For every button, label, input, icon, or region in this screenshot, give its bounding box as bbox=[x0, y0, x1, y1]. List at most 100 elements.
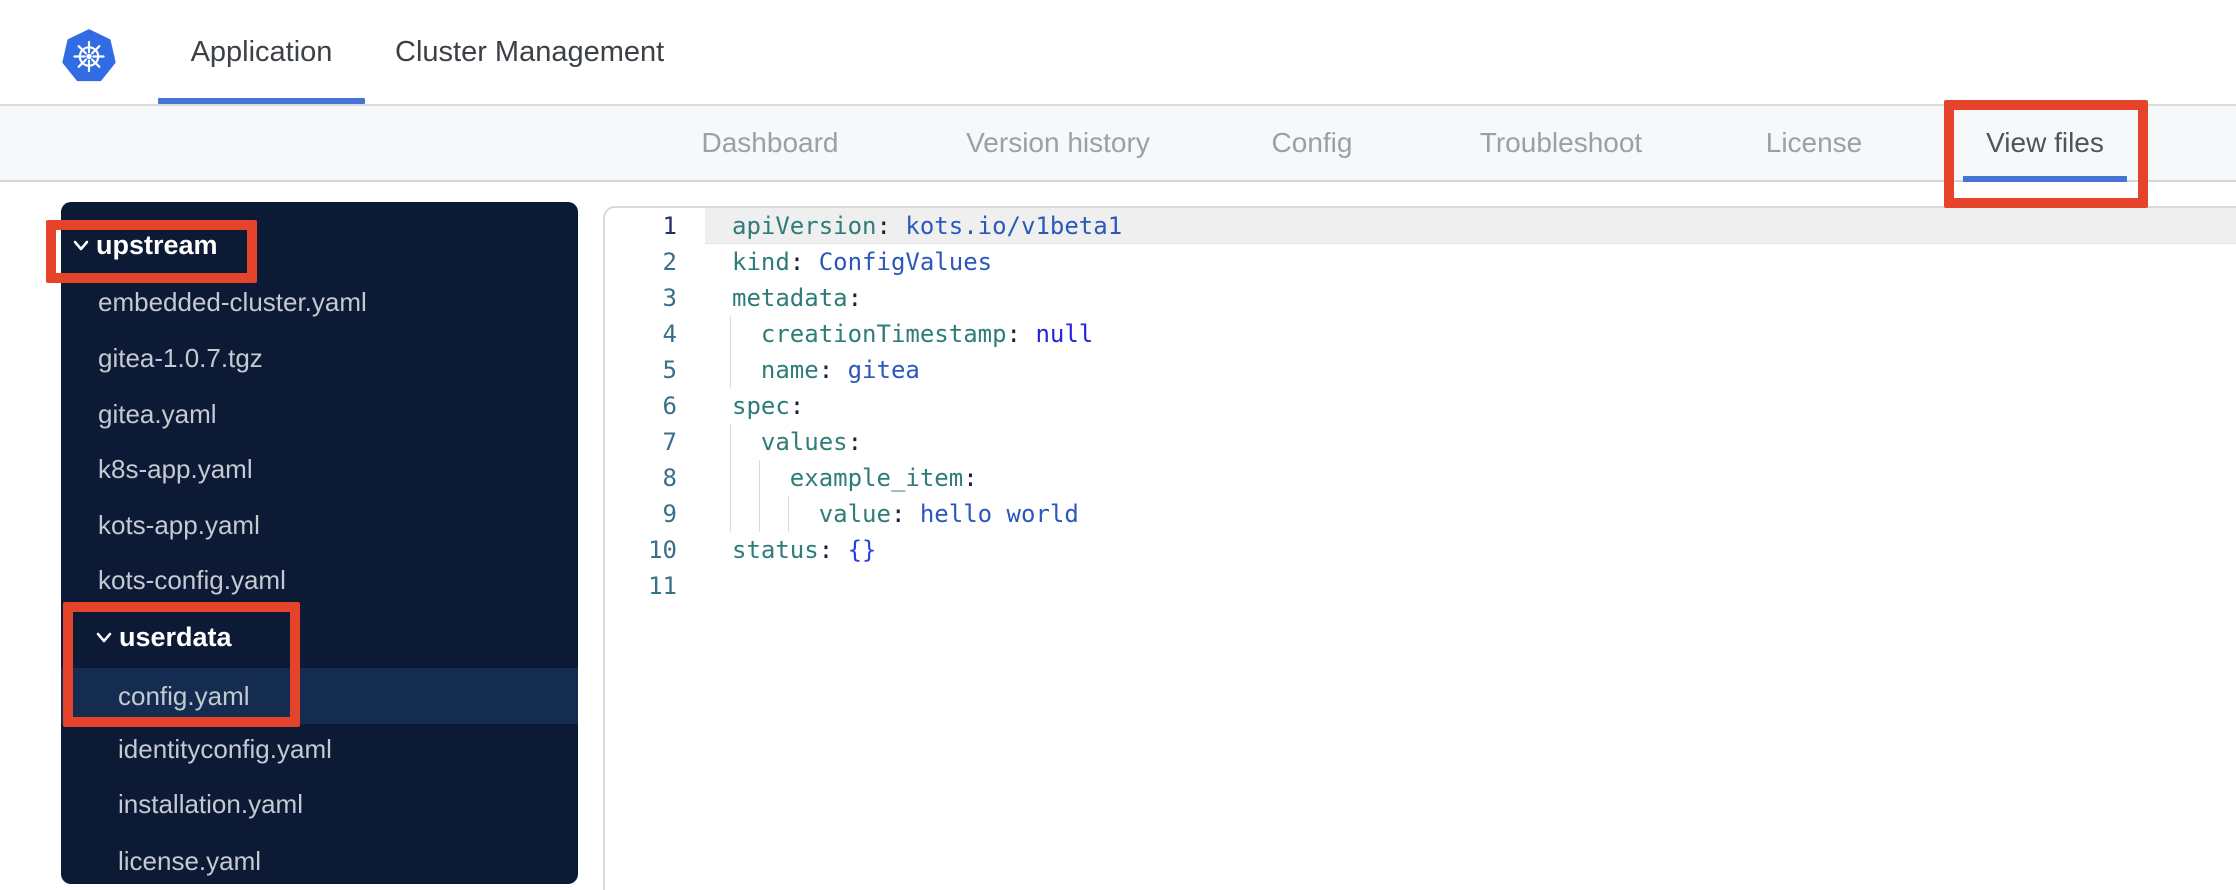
indent-guide bbox=[758, 496, 760, 532]
code-line-5: 5 name: gitea bbox=[605, 352, 2236, 388]
code-text: name: gitea bbox=[705, 352, 2236, 388]
tree-file-gitea-yaml[interactable]: gitea.yaml bbox=[61, 386, 578, 442]
line-number: 11 bbox=[648, 572, 677, 600]
tree-item-label: kots-config.yaml bbox=[98, 564, 286, 595]
tree-file-kots-app-yaml[interactable]: kots-app.yaml bbox=[61, 497, 578, 553]
token-p: : bbox=[789, 392, 805, 420]
tree-item-label: license.yaml bbox=[118, 845, 262, 876]
token-p: : bbox=[818, 356, 834, 384]
tab-license[interactable]: License bbox=[1766, 106, 1863, 180]
tab-version-history[interactable]: Version history bbox=[966, 106, 1150, 180]
token-k: status bbox=[732, 536, 819, 564]
tree-item-label: installation.yaml bbox=[118, 788, 303, 819]
tree-file-kots-config-yaml[interactable]: kots-config.yaml bbox=[61, 552, 578, 608]
header-nav-application[interactable]: Application bbox=[158, 0, 365, 104]
token-k: kind bbox=[732, 248, 790, 276]
tree-file-identityconfig-yaml[interactable]: identityconfig.yaml bbox=[61, 721, 578, 777]
tab-dashboard[interactable]: Dashboard bbox=[702, 106, 839, 180]
kubernetes-logo-icon[interactable] bbox=[62, 28, 116, 85]
line-number: 1 bbox=[662, 212, 677, 240]
file-viewer-editor[interactable]: 1 apiVersion: kots.io/v1beta1 2 kind: Confi… bbox=[603, 206, 2236, 890]
token-s: gitea bbox=[833, 356, 920, 384]
token-k: apiVersion bbox=[732, 212, 877, 240]
code-line-1: 1 apiVersion: kots.io/v1beta1 bbox=[605, 208, 2236, 244]
code-text: apiVersion: kots.io/v1beta1 bbox=[705, 208, 2236, 244]
line-number: 3 bbox=[662, 284, 677, 312]
tree-item-label: userdata bbox=[119, 621, 232, 652]
token-s: hello world bbox=[905, 500, 1079, 528]
token-k: creationTimestamp bbox=[732, 320, 1007, 348]
indent-guide bbox=[758, 460, 760, 496]
header-nav-cluster-management-label: Cluster Management bbox=[395, 35, 665, 68]
code-line-7: 7 values: bbox=[605, 424, 2236, 460]
tree-item-label: upstream bbox=[96, 229, 218, 260]
token-k: values bbox=[732, 428, 848, 456]
tree-file-k8s-app-yaml[interactable]: k8s-app.yaml bbox=[61, 441, 578, 497]
token-k: metadata bbox=[732, 284, 848, 312]
tree-item-label: k8s-app.yaml bbox=[98, 453, 253, 484]
tab-troubleshoot[interactable]: Troubleshoot bbox=[1480, 106, 1642, 180]
tree-file-gitea-1-0-7-tgz[interactable]: gitea-1.0.7.tgz bbox=[61, 330, 578, 386]
token-k: name bbox=[732, 356, 819, 384]
code-text: metadata: bbox=[705, 280, 2236, 316]
tree-folder-upstream[interactable]: upstream bbox=[61, 217, 578, 273]
chevron-down-icon[interactable] bbox=[93, 626, 115, 648]
token-k: spec bbox=[732, 392, 790, 420]
application-active-underline bbox=[158, 98, 365, 104]
token-p: : bbox=[847, 284, 863, 312]
token-p: : bbox=[1006, 320, 1021, 348]
indent-guide bbox=[730, 316, 731, 352]
tree-file-embedded-cluster-yaml[interactable]: embedded-cluster.yaml bbox=[61, 274, 578, 330]
code-line-2: 2 kind: ConfigValues bbox=[605, 244, 2236, 280]
code-line-9: 9 value: hello world bbox=[605, 496, 2236, 532]
app-tabbar: Dashboard Version history Config Troublesho… bbox=[0, 106, 2236, 182]
tree-item-label: embedded-cluster.yaml bbox=[98, 286, 367, 317]
line-number: 8 bbox=[662, 464, 677, 492]
app-header: Application Cluster Management bbox=[0, 0, 2236, 106]
tree-item-label: gitea-1.0.7.tgz bbox=[98, 342, 263, 373]
tab-config[interactable]: Config bbox=[1272, 106, 1353, 180]
code-text: values: bbox=[705, 424, 2236, 460]
code-text: status: {} bbox=[705, 532, 2236, 568]
indent-guide bbox=[787, 496, 789, 532]
code-line-6: 6 spec: bbox=[605, 388, 2236, 424]
tree-file-license-yaml[interactable]: license.yaml bbox=[61, 833, 578, 889]
indent-guide bbox=[730, 424, 731, 460]
code-line-10: 10 status: {} bbox=[605, 532, 2236, 568]
token-p: : bbox=[789, 248, 805, 276]
code-line-11: 11 bbox=[605, 568, 2236, 604]
line-number: 7 bbox=[662, 428, 677, 456]
line-number: 9 bbox=[662, 500, 677, 528]
chevron-down-icon[interactable] bbox=[70, 234, 92, 256]
line-number: 10 bbox=[648, 536, 677, 564]
header-nav-application-label: Application bbox=[190, 35, 333, 68]
tree-folder-userdata[interactable]: userdata bbox=[61, 609, 578, 665]
view-files-active-underline bbox=[1963, 176, 2127, 182]
code-line-3: 3 metadata: bbox=[605, 280, 2236, 316]
code-line-4: 4 creationTimestamp: null bbox=[605, 316, 2236, 352]
tree-item-label: identityconfig.yaml bbox=[118, 733, 332, 764]
code-text: value: hello world bbox=[705, 496, 2236, 532]
code-text: creationTimestamp: null bbox=[705, 316, 2236, 352]
tree-file-installation-yaml[interactable]: installation.yaml bbox=[61, 776, 578, 832]
token-k: example_item bbox=[732, 464, 964, 492]
token-p: : bbox=[890, 500, 906, 528]
line-number: 2 bbox=[662, 248, 677, 276]
token-p: : bbox=[847, 428, 863, 456]
tree-item-label: config.yaml bbox=[118, 680, 250, 711]
code-line-8: 8 example_item: bbox=[605, 460, 2236, 496]
line-number: 4 bbox=[662, 320, 677, 348]
file-tree-panel: upstream embedded-cluster.yaml gitea-1.0.7… bbox=[61, 202, 578, 884]
tree-file-config-yaml[interactable]: config.yaml bbox=[61, 668, 578, 724]
token-p: : bbox=[818, 536, 834, 564]
indent-guide bbox=[730, 352, 731, 388]
header-nav-cluster-management[interactable]: Cluster Management bbox=[395, 0, 675, 104]
token-p: : bbox=[963, 464, 978, 492]
token-b: {} bbox=[833, 536, 877, 564]
tree-item-label: kots-app.yaml bbox=[98, 509, 260, 540]
token-s: kots.io/v1beta1 bbox=[890, 212, 1123, 240]
code-text: example_item: bbox=[705, 460, 2236, 496]
tab-view-files[interactable]: View files bbox=[1986, 106, 2104, 180]
token-n: null bbox=[1021, 320, 1094, 348]
